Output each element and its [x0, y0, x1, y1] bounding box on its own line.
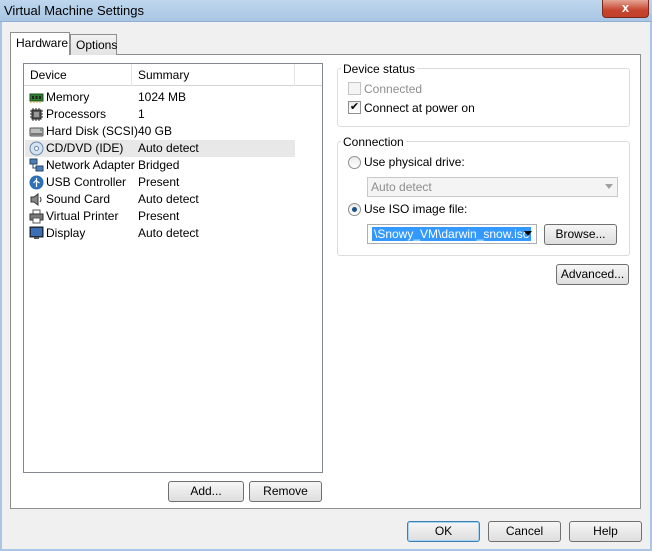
- window-title: Virtual Machine Settings: [4, 3, 144, 18]
- device-row-hard-disk[interactable]: Hard Disk (SCSI) 40 GB: [25, 123, 295, 140]
- ok-button[interactable]: OK: [407, 521, 480, 542]
- device-status-label: Device status: [341, 62, 418, 76]
- device-row-virtual-printer[interactable]: Virtual Printer Present: [25, 208, 295, 225]
- use-iso-image-radio[interactable]: [348, 203, 361, 216]
- device-row-network-adapter[interactable]: Network Adapter Bridged: [25, 157, 295, 174]
- device-name: Hard Disk (SCSI): [46, 124, 139, 138]
- device-row-processors[interactable]: Processors 1: [25, 106, 295, 123]
- device-summary: 1: [138, 107, 145, 121]
- hard-disk-icon: [29, 127, 44, 137]
- network-adapter-icon: [29, 158, 44, 172]
- physical-drive-select[interactable]: Auto detect: [367, 177, 618, 197]
- window-border-left: [0, 22, 2, 551]
- speaker-icon: [30, 193, 42, 206]
- device-list-header: Device Summary: [24, 64, 322, 86]
- use-physical-drive-label: Use physical drive:: [364, 155, 465, 169]
- device-name: Display: [46, 226, 86, 240]
- device-status-group: [337, 68, 630, 127]
- tab-options-label: Options: [76, 38, 118, 52]
- device-name: CD/DVD (IDE): [46, 141, 124, 155]
- remove-button[interactable]: Remove: [249, 481, 322, 502]
- usb-icon: [29, 175, 44, 190]
- physical-drive-value: Auto detect: [371, 180, 432, 194]
- device-name: USB Controller: [46, 175, 127, 189]
- radio-selected-dot: [352, 207, 357, 212]
- device-row-memory[interactable]: Memory 1024 MB: [25, 89, 295, 106]
- device-summary: 1024 MB: [138, 90, 187, 104]
- close-button[interactable]: x: [602, 0, 649, 18]
- printer-icon: [29, 209, 44, 224]
- device-name: Memory: [46, 90, 90, 104]
- cd-dvd-icon: [29, 141, 44, 156]
- device-summary: 40 GB: [138, 124, 173, 138]
- device-name: Sound Card: [46, 192, 111, 206]
- device-summary: Auto detect: [138, 141, 199, 155]
- connected-checkbox[interactable]: [348, 82, 361, 95]
- browse-button[interactable]: Browse...: [544, 224, 617, 245]
- device-summary: Auto detect: [138, 226, 199, 240]
- chevron-down-icon[interactable]: [524, 231, 532, 236]
- title-bar: Virtual Machine Settings x: [0, 0, 652, 22]
- tab-hardware-label: Hardware: [16, 36, 69, 50]
- monitor-icon: [29, 226, 44, 239]
- connected-label: Connected: [364, 82, 423, 96]
- device-list[interactable]: Device Summary Memory 1024 MB Processors…: [23, 63, 323, 473]
- device-row-sound-card[interactable]: Sound Card Auto detect: [25, 191, 295, 208]
- help-button[interactable]: Help: [569, 521, 642, 542]
- device-summary: Bridged: [138, 158, 180, 172]
- column-header-device[interactable]: Device: [24, 64, 132, 86]
- memory-icon: [29, 93, 44, 103]
- processor-icon: [30, 108, 43, 121]
- use-iso-image-label: Use ISO image file:: [364, 202, 468, 216]
- device-row-display[interactable]: Display Auto detect: [25, 225, 295, 242]
- add-button[interactable]: Add...: [168, 481, 244, 502]
- device-name: Processors: [46, 107, 107, 121]
- device-row-usb-controller[interactable]: USB Controller Present: [25, 174, 295, 191]
- device-summary: Auto detect: [138, 192, 199, 206]
- checkmark-icon: ✔: [349, 101, 360, 113]
- column-header-summary[interactable]: Summary: [132, 64, 295, 86]
- use-physical-drive-radio[interactable]: [348, 156, 361, 169]
- advanced-button[interactable]: Advanced...: [556, 264, 629, 285]
- tab-hardware[interactable]: Hardware: [10, 32, 70, 55]
- iso-path-combo[interactable]: \Snowy_VM\darwin_snow.iso: [367, 224, 537, 244]
- tab-options[interactable]: Options: [70, 34, 117, 55]
- connect-at-power-on-label: Connect at power on: [364, 101, 475, 115]
- device-name: Virtual Printer: [46, 209, 119, 223]
- close-icon: x: [621, 0, 630, 15]
- connection-label: Connection: [341, 135, 406, 149]
- device-summary: Present: [138, 175, 180, 189]
- chevron-down-icon: [605, 184, 613, 189]
- connect-at-power-on-checkbox[interactable]: ✔: [348, 101, 361, 114]
- device-row-cd-dvd[interactable]: CD/DVD (IDE) Auto detect: [25, 140, 295, 157]
- cancel-button[interactable]: Cancel: [488, 521, 561, 542]
- device-summary: Present: [138, 209, 180, 223]
- device-name: Network Adapter: [46, 158, 135, 172]
- iso-path-value[interactable]: \Snowy_VM\darwin_snow.iso: [372, 227, 532, 241]
